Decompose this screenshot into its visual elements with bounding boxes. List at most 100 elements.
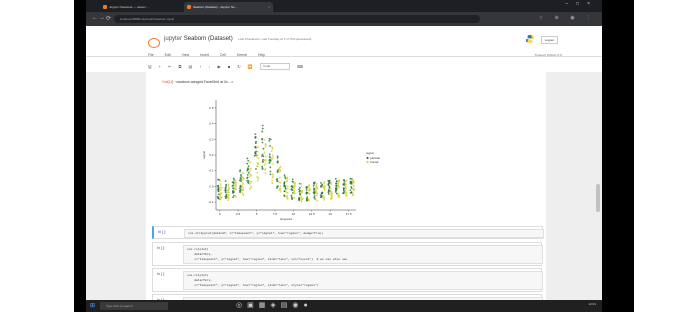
back-icon[interactable]: ← (92, 15, 98, 21)
data-point-parietal (334, 182, 337, 185)
data-point-frontal (352, 184, 355, 187)
data-point-frontal (271, 179, 273, 182)
data-point-frontal (241, 192, 244, 195)
stop-icon[interactable]: ■ (228, 64, 230, 69)
notebook-area: Out[11]: <seaborn.axisgrid.FacetGrid at … (86, 72, 602, 306)
data-point-parietal (262, 155, 265, 158)
data-point-parietal (247, 181, 250, 184)
forward-icon[interactable]: → (99, 15, 105, 21)
cell-source[interactable]: sns.stripplot(data=df, x="timepoint", y=… (184, 229, 544, 238)
paste-icon[interactable]: ▤ (188, 64, 192, 69)
fast-forward-icon[interactable]: ⏩ (248, 64, 253, 69)
logout-button[interactable]: Logout (540, 36, 558, 44)
data-point-frontal (344, 187, 347, 190)
close-tab-icon[interactable]: × (268, 2, 270, 12)
data-point-frontal (344, 190, 347, 193)
data-point-frontal (257, 177, 260, 179)
restart-icon[interactable]: ↻ (237, 64, 240, 69)
data-point-frontal (307, 198, 310, 201)
data-point-frontal (278, 181, 281, 184)
menu-kernel[interactable]: Kernel (237, 53, 247, 57)
window-controls[interactable]: –□× (565, 1, 598, 7)
data-point-frontal (226, 194, 229, 196)
data-point-parietal (247, 159, 250, 162)
data-point-parietal (232, 177, 235, 180)
taskbar-search-input[interactable]: Type here to search (100, 302, 168, 310)
notebook-name[interactable]: Seaborn (Dataset) (184, 36, 233, 42)
menu-view[interactable]: View (182, 53, 190, 57)
add-cell-icon[interactable]: + (159, 64, 161, 69)
data-point-parietal (225, 185, 227, 188)
windows-start-icon[interactable]: ⊞ (90, 303, 96, 309)
move-up-icon[interactable]: ↑ (199, 64, 201, 69)
data-point-parietal (276, 178, 279, 180)
cell-type-select[interactable]: Code (259, 63, 290, 70)
reload-icon[interactable]: ⟳ (106, 15, 111, 22)
data-point-parietal (238, 187, 241, 190)
data-point-frontal (351, 193, 354, 196)
y-tick-label: 0.3 (209, 137, 214, 141)
menu-help[interactable]: Help (258, 53, 265, 57)
menu-insert[interactable]: Insert (200, 53, 209, 57)
data-point-frontal (257, 146, 260, 149)
data-point-frontal (352, 181, 355, 183)
data-point-parietal (269, 138, 272, 141)
data-point-frontal (256, 165, 258, 168)
data-point-frontal (279, 187, 281, 190)
data-point-frontal (286, 176, 289, 179)
data-point-parietal (247, 165, 250, 168)
taskbar-app-icons[interactable]: ◎▣▦◈▤◉● (236, 301, 313, 309)
data-point-parietal (335, 192, 338, 195)
vertical-scrollbar[interactable] (596, 184, 600, 212)
data-point-parietal (349, 189, 352, 192)
move-down-icon[interactable]: ↓ (209, 64, 211, 69)
data-point-parietal (276, 155, 279, 158)
x-tick-label: 2.5 (236, 212, 241, 216)
data-point-frontal (315, 184, 318, 187)
code-cell-2[interactable]: In [ ]: sns.relplot( data=fmri, x="timep… (152, 242, 543, 266)
data-point-parietal (262, 147, 265, 150)
menu-edit[interactable]: Edit (165, 53, 171, 57)
menu-file[interactable]: File (148, 53, 154, 57)
data-point-frontal (337, 182, 340, 185)
cut-icon[interactable]: ✂ (168, 64, 171, 69)
data-point-parietal (232, 184, 235, 187)
data-point-parietal (261, 141, 264, 144)
data-point-parietal (298, 190, 301, 193)
left-border (74, 0, 86, 312)
browser-tab-1[interactable]: Jupyter Notebook — lesson … × (100, 2, 191, 12)
save-icon[interactable]: 🖫 (148, 64, 151, 69)
data-point-parietal (291, 178, 294, 181)
system-tray-clock[interactable]: 12:01 (588, 302, 596, 306)
menu-cell[interactable]: Cell (220, 53, 226, 57)
data-point-parietal (254, 136, 257, 139)
data-point-parietal (253, 154, 256, 157)
keyboard-icon[interactable]: ⌨ (297, 64, 303, 69)
browser-tab-2[interactable]: Seaborn (Dataset) - Jupyter No… × (184, 2, 273, 12)
data-point-parietal (350, 185, 353, 188)
notebook-title[interactable]: jupyter Seaborn (Dataset) Last Checkpoin… (164, 36, 311, 42)
data-point-frontal (227, 188, 229, 191)
cell-source[interactable]: sns.relplot( data=fmri, x="timepoint", y… (183, 245, 543, 264)
data-point-frontal (279, 190, 282, 193)
legend-title: region (366, 151, 375, 155)
run-icon[interactable]: ▶ (218, 64, 221, 69)
data-point-parietal (261, 127, 264, 130)
data-point-parietal (291, 185, 293, 188)
kernel-indicator[interactable]: Trusted | Python 3 O (534, 53, 562, 57)
cell-source[interactable]: sns.relplot( data=fmri, x="timepoint", y… (183, 271, 543, 290)
data-point-frontal (242, 182, 244, 184)
data-point-frontal (301, 197, 304, 200)
code-cell-1[interactable]: In [ ]: sns.stripplot(data=df, x="timepo… (152, 226, 544, 239)
cell-prompt: In [ ]: (158, 230, 166, 234)
url-field[interactable]: localhost:8888/notebooks/Seaborn.ipynb (114, 15, 480, 23)
data-point-parietal (232, 182, 235, 185)
jupyter-logo-icon[interactable] (148, 38, 160, 48)
data-point-frontal (285, 188, 288, 191)
browser-extension-icons[interactable]: ☆ ⊕ ◉ ⋮ (539, 15, 596, 21)
data-point-parietal (290, 197, 293, 200)
data-point-parietal (261, 130, 264, 133)
copy-icon[interactable]: ⧉ (179, 64, 182, 69)
data-point-frontal (279, 189, 282, 192)
code-cell-3[interactable]: In [ ]: sns.relplot( data=fmri, x="timep… (152, 268, 543, 292)
